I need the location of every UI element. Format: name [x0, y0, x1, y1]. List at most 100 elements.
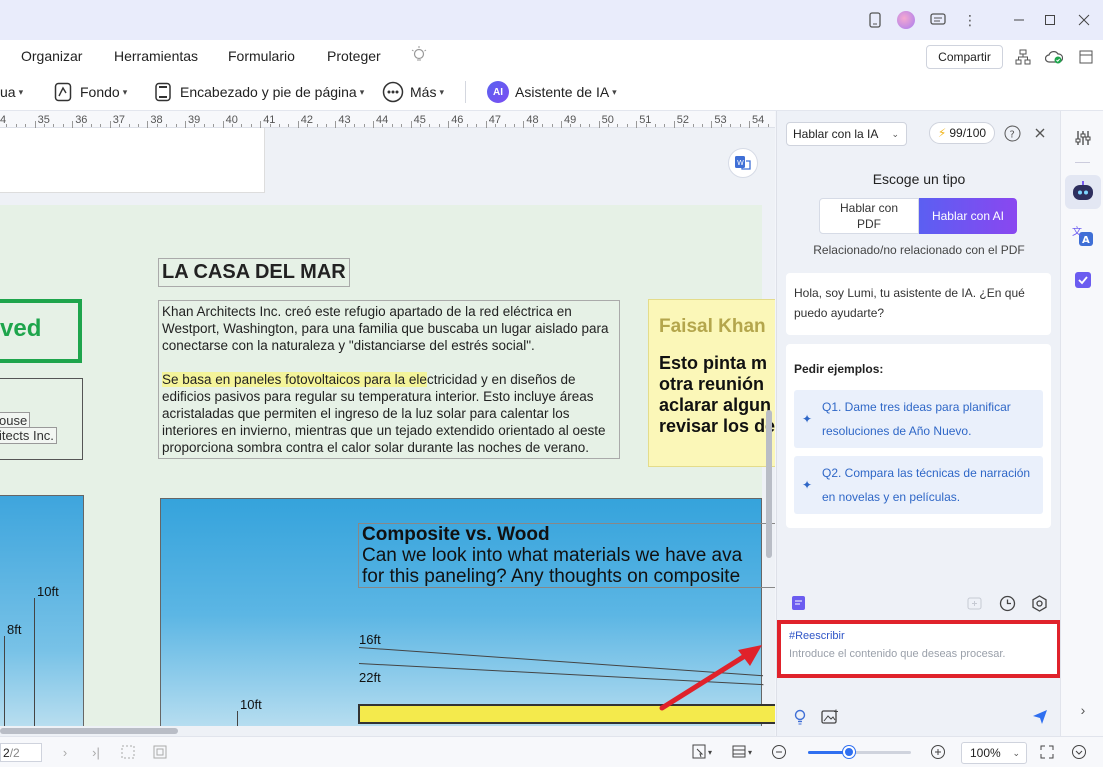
ruler-tick [570, 124, 572, 127]
zoom-in-icon[interactable] [929, 743, 947, 761]
chat-with-pdf-tab[interactable]: Hablar con PDF [819, 198, 919, 234]
rewrite-tag[interactable]: #Reescribir [789, 630, 1049, 642]
ruler-tick [147, 121, 149, 128]
minimize-icon[interactable] [1009, 10, 1029, 30]
zoom-out-icon[interactable] [770, 743, 788, 761]
prompt-input[interactable]: #Reescribir Introduce el contenido que d… [777, 620, 1061, 678]
composite-comment[interactable]: Composite vs. Wood Can we look into what… [358, 523, 775, 588]
fit-width-icon[interactable] [151, 743, 169, 761]
composite-line-2: for this paneling? Any thoughts on compo… [362, 566, 741, 587]
ruler-tick [645, 124, 647, 127]
image-upload-icon[interactable] [821, 708, 839, 726]
close-window-icon[interactable] [1074, 10, 1094, 30]
ruler-tick [608, 124, 609, 127]
document-heading[interactable]: LA CASA DEL MAR [158, 258, 350, 287]
network-icon[interactable] [1013, 47, 1033, 67]
horizontal-scrollbar[interactable] [0, 726, 775, 736]
ruler-tick [109, 121, 111, 128]
example-question-2[interactable]: ✦ Q2. Compara las técnicas de narración … [794, 456, 1043, 514]
next-page-icon[interactable]: › [56, 743, 74, 761]
menu-protect[interactable]: Proteger [327, 48, 381, 64]
ruler-tick [269, 124, 271, 127]
quota-badge[interactable]: ⚡ 99/100 [929, 122, 995, 144]
ruler-tick [250, 124, 252, 127]
chat-icon[interactable] [928, 10, 948, 30]
ruler-tick [636, 121, 638, 128]
example-question-1[interactable]: ✦ Q1. Dame tres ideas para planificar re… [794, 390, 1043, 448]
maximize-icon[interactable] [1040, 10, 1060, 30]
ocr-convert-button[interactable]: W [728, 148, 758, 178]
help-icon[interactable]: ? [1002, 123, 1022, 143]
new-chat-icon[interactable] [967, 595, 985, 615]
more-icon [382, 81, 404, 103]
sticky-note-author: Faisal Khan [659, 316, 766, 337]
idea-icon[interactable] [791, 708, 809, 726]
lightbulb-icon[interactable] [411, 46, 427, 67]
properties-icon[interactable] [1072, 127, 1094, 149]
select-tool-icon[interactable]: ▾ [690, 743, 718, 761]
document-canvas[interactable]: W LA CASA DEL MAR Khan Architects Inc. c… [0, 128, 775, 726]
share-button[interactable]: Compartir [926, 45, 1003, 69]
zoom-slider-handle[interactable] [843, 746, 855, 758]
dimension-label: 8ft [7, 622, 22, 637]
composite-title: Composite vs. Wood [362, 524, 550, 545]
ruler-tick [683, 124, 685, 127]
more-tool[interactable]: Más ▾ [382, 79, 444, 105]
menu-tools[interactable]: Herramientas [114, 48, 198, 64]
menu-form[interactable]: Formulario [228, 48, 295, 64]
toolbar: ua ▾ Fondo ▾ Encabezado y pie de página ▾ M… [0, 73, 1103, 111]
prompt-library-icon[interactable] [791, 595, 807, 615]
last-page-icon[interactable]: ›| [87, 743, 105, 761]
mode-select[interactable]: Hablar con la IA ⌄ [786, 122, 907, 146]
task-check-icon[interactable] [1072, 269, 1094, 291]
page-layout-icon[interactable]: ▾ [730, 743, 758, 761]
menu-organize[interactable]: Organizar [21, 48, 82, 64]
document-icon[interactable] [865, 10, 885, 30]
fit-page-icon[interactable] [119, 743, 137, 761]
ai-robot-icon[interactable] [1065, 175, 1101, 209]
send-icon[interactable] [1031, 708, 1049, 726]
document-paragraph[interactable]: Khan Architects Inc. creó este refugio a… [158, 300, 620, 459]
header-footer-tool[interactable]: Encabezado y pie de página ▾ [152, 79, 364, 105]
dimension-label: 22ft [359, 670, 381, 685]
header-footer-label: Encabezado y pie de página [180, 84, 357, 100]
avatar[interactable] [896, 10, 916, 30]
ruler-tick [119, 124, 121, 127]
ruler-tick [589, 124, 591, 127]
vertical-scrollbar[interactable] [766, 410, 772, 558]
sticky-note[interactable]: Faisal Khan Esto pinta m otra reunión ac… [648, 299, 775, 467]
chevron-down-icon: ⌄ [891, 128, 899, 139]
fullscreen-icon[interactable] [1038, 743, 1056, 761]
page-number-input[interactable]: 2/2 [0, 743, 42, 762]
ruler-tick [420, 124, 421, 127]
ruler-tick [326, 124, 327, 127]
ruler-tick [25, 124, 27, 127]
ruler-tick [203, 124, 205, 127]
zoom-level-select[interactable]: 100% ⌄ [961, 742, 1027, 764]
rail-divider [1075, 162, 1090, 163]
horizontal-scroll-thumb[interactable] [0, 728, 178, 734]
background-tool[interactable]: Fondo ▾ [52, 79, 127, 105]
panel-toggle-icon[interactable] [1076, 47, 1096, 67]
chevron-right-icon[interactable]: › [1072, 699, 1094, 721]
ai-assistant-tool[interactable]: AI Asistente de IA ▾ [487, 79, 617, 105]
history-icon[interactable] [999, 595, 1016, 615]
ruler-tick [467, 124, 468, 127]
svg-text:▾: ▾ [748, 748, 752, 757]
mode-select-value: Hablar con la IA [793, 127, 879, 141]
ruler-tick [81, 124, 83, 127]
page-total: /2 [9, 745, 20, 760]
collapse-icon[interactable] [1070, 743, 1088, 761]
watermark-tool[interactable]: ua ▾ [0, 79, 23, 105]
chat-with-ai-tab[interactable]: Hablar con AI [919, 198, 1017, 234]
ruler-tick-label: 4 [0, 114, 7, 126]
ruler-tick [297, 121, 299, 128]
cloud-sync-icon[interactable] [1044, 47, 1064, 67]
prompt-placeholder: Introduce el contenido que deseas proces… [789, 648, 1006, 660]
ai-badge-icon: AI [487, 81, 509, 103]
settings-icon[interactable] [1031, 595, 1048, 615]
translate-icon[interactable]: A文 [1072, 225, 1094, 247]
more-vertical-icon[interactable]: ⋮ [960, 10, 980, 30]
text-box-line-2[interactable]: itects Inc. [0, 427, 57, 444]
close-icon[interactable] [1030, 123, 1050, 143]
